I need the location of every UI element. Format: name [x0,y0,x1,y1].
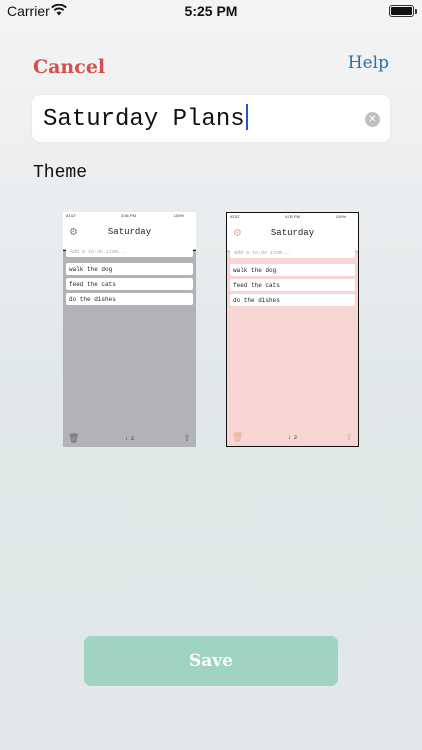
preview-count: ↕ 2 [124,436,134,442]
share-icon: ⇪ [183,434,191,444]
status-bar: Carrier 5:25 PM [0,0,422,24]
preview-list-item: feed the cats [66,278,193,290]
theme-heading: Theme [33,163,88,183]
preview-header: ⚙ Saturday [227,220,358,252]
preview-list-item: walk the dog [230,264,355,276]
preview-toolbar: 🗑 ↕ 2 ⇪ [227,430,358,446]
preview-list-item: do the dishes [230,294,355,306]
clear-icon[interactable]: ✕ [365,112,380,127]
preview-status-bar: AT&T 4:05 PM 100% [227,213,358,220]
preview-title: Saturday [107,227,152,237]
list-title-value: Saturday Plans [43,104,248,133]
help-button[interactable]: Help [348,53,389,73]
preview-status-bar: AT&T 3:56 PM 100% [63,212,196,219]
share-icon: ⇪ [345,433,353,443]
text-caret [245,104,248,130]
theme-option-pink[interactable]: AT&T 4:05 PM 100% ⚙ Saturday Add a to-do… [226,212,359,447]
theme-option-gray[interactable]: AT&T 3:56 PM 100% ⚙ Saturday Add a to-do… [63,212,196,447]
preview-list-item: walk the dog [66,263,193,275]
preview-list-item: feed the cats [230,279,355,291]
list-title-input[interactable]: Saturday Plans ✕ [32,95,390,142]
preview-add-item: Add a to-do item... [230,247,355,258]
cancel-button[interactable]: Cancel [33,56,105,78]
preview-header: ⚙ Saturday [63,219,196,251]
status-time: 5:25 PM [184,3,238,19]
preview-toolbar: 🗑 ↕ 2 ⇪ [63,431,196,447]
preview-add-item: Add a to-do item... [66,246,193,257]
battery-icon [389,5,417,17]
preview-title: Saturday [270,228,315,238]
save-button[interactable]: Save [84,636,338,686]
preview-count: ↕ 2 [287,435,297,441]
preview-list-item: do the dishes [66,293,193,305]
